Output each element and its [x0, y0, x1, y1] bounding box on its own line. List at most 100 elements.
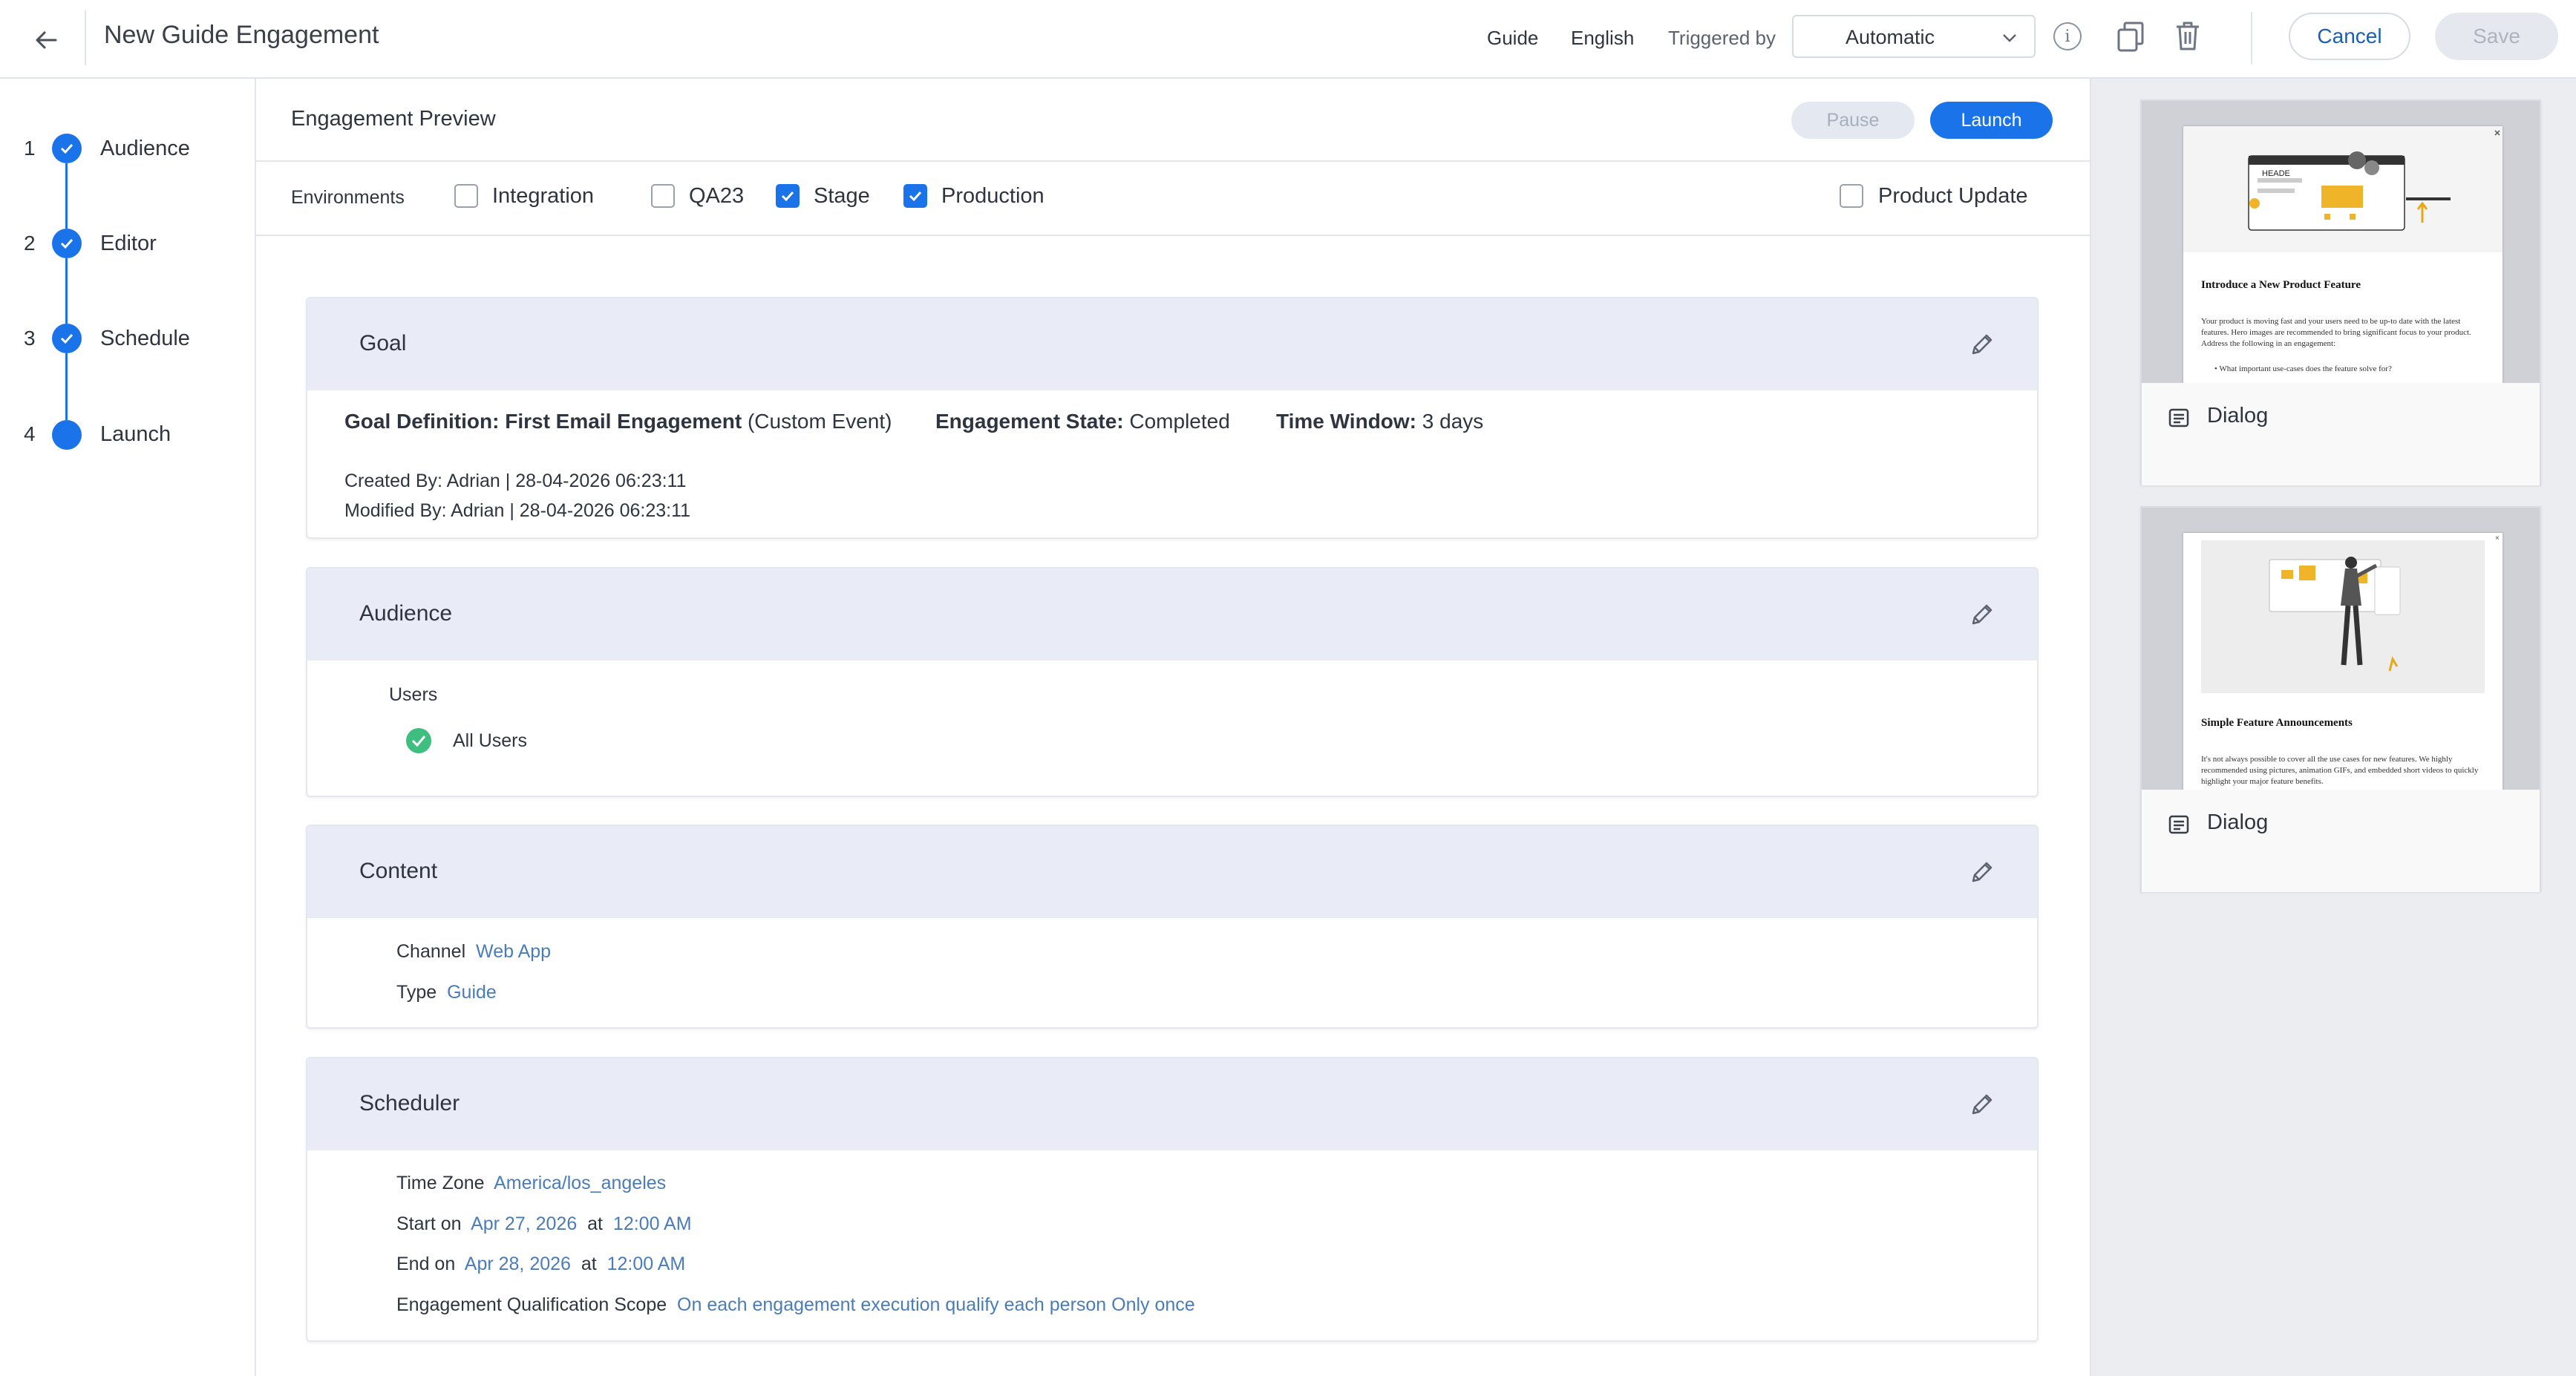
end-at: at [581, 1254, 597, 1274]
template-caption-area: Dialog [2142, 383, 2540, 485]
template-caption-area: Dialog [2142, 790, 2540, 892]
template-preview-image: × Simple Feature Announcements It's not … [2142, 508, 2540, 790]
dialog-icon [2168, 815, 2189, 834]
pause-button[interactable]: Pause [1791, 102, 1915, 139]
pencil-icon[interactable] [1967, 600, 1997, 629]
preview-header: Engagement Preview Pause Launch [256, 79, 2090, 162]
card-header: Scheduler [307, 1058, 2037, 1150]
end-label: End on [396, 1254, 456, 1274]
qa23-label[interactable]: QA23 [689, 184, 744, 209]
timezone-value: America/los_angeles [494, 1173, 667, 1193]
type-label: Type [396, 982, 437, 1003]
cancel-button[interactable]: Cancel [2289, 13, 2410, 60]
engagement-state: Engagement State: Completed [935, 410, 1230, 433]
card-title: Audience [359, 601, 453, 626]
page-title: New Guide Engagement [104, 21, 379, 49]
pencil-icon[interactable] [1967, 1090, 1997, 1119]
timezone-label: Time Zone [396, 1173, 485, 1193]
trash-icon [2177, 22, 2199, 50]
type-value: Guide [447, 982, 497, 1003]
start-date: Apr 27, 2026 [471, 1213, 578, 1234]
card-title: Goal [359, 331, 407, 356]
created-by: Created By: Adrian | 28-04-2026 06:23:11 [344, 471, 687, 491]
start-at: at [587, 1213, 604, 1234]
language-selector[interactable]: English [1571, 27, 1634, 50]
template-caption: Dialog [2207, 810, 2269, 834]
feature-illustration [2183, 533, 2503, 696]
step-label: Audience [100, 137, 190, 160]
save-button[interactable]: Save [2435, 13, 2558, 60]
goal-definition: Goal Definition: First Email Engagement … [344, 410, 892, 433]
template-preview-image: HEADE Introduce a New Product Feature Yo… [2142, 101, 2540, 383]
step-connector [65, 353, 68, 420]
illustration-header-word: HEADE [2262, 169, 2290, 178]
step-connector [65, 163, 68, 229]
goal-definition-label: Goal Definition: [344, 410, 500, 433]
environments-label: Environments [291, 187, 405, 208]
template-card[interactable]: HEADE Introduce a New Product Feature Yo… [2140, 99, 2541, 485]
integration-checkbox[interactable] [454, 184, 478, 208]
channel-row: Channel Web App [396, 941, 551, 963]
trigger-select-value: Automatic [1846, 26, 1935, 48]
check-icon [52, 229, 82, 258]
users-label: Users [389, 684, 438, 705]
time-window-label: Time Window: [1276, 410, 1416, 433]
step-label: Schedule [100, 327, 190, 350]
template-document: × Simple Feature Announcements It's not … [2183, 533, 2503, 790]
channel-label: Channel [396, 941, 466, 962]
production-checkbox[interactable] [903, 184, 927, 208]
trigger-select[interactable]: Automatic [1792, 15, 2036, 58]
wizard-stepper: 1 Audience 2 Editor 3 Schedule 4 Launch [0, 79, 256, 1376]
step-number: 4 [24, 422, 36, 445]
template-doc-body: It's not always possible to cover all th… [2201, 755, 2479, 786]
audience-card: Audience Users All Users [306, 567, 2039, 797]
production-label[interactable]: Production [941, 184, 1045, 209]
current-step-dot [52, 420, 82, 450]
goal-definition-suffix: (Custom Event) [747, 410, 892, 433]
step-label: Editor [100, 232, 157, 255]
check-icon [781, 191, 794, 202]
info-icon[interactable]: i [2053, 22, 2082, 50]
check-circle-icon [406, 728, 431, 753]
back-button[interactable] [25, 19, 67, 61]
product-update-checkbox[interactable] [1840, 184, 1863, 208]
engagement-type-label: Guide [1487, 27, 1539, 49]
qa23-checkbox[interactable] [651, 184, 675, 208]
chevron-down-icon [2003, 34, 2016, 42]
step-connector [65, 258, 68, 324]
launch-button[interactable]: Launch [1930, 102, 2053, 139]
template-card[interactable]: × Simple Feature Announcements It's not … [2140, 506, 2541, 892]
card-title: Content [359, 859, 438, 883]
duplicate-button[interactable] [2116, 21, 2145, 53]
header-divider [2251, 12, 2252, 64]
check-icon [52, 134, 82, 163]
product-update-label[interactable]: Product Update [1878, 184, 2028, 209]
template-doc-title: Simple Feature Announcements [2201, 717, 2353, 729]
dialog-icon [2168, 408, 2189, 427]
integration-label[interactable]: Integration [492, 184, 594, 209]
engagement-state-label: Engagement State: [935, 410, 1124, 433]
template-doc-bullet: • What important use-cases does the feat… [2214, 364, 2392, 373]
header-divider [85, 10, 86, 65]
delete-button[interactable] [2174, 19, 2201, 53]
content-card: Content Channel Web App Type Guide [306, 825, 2039, 1029]
check-icon [909, 191, 922, 202]
timezone-row: Time Zone America/los_angeles [396, 1173, 666, 1194]
pencil-icon[interactable] [1967, 857, 1997, 887]
start-row: Start on Apr 27, 2026 at 12:00 AM [396, 1213, 692, 1235]
card-header: Audience [307, 569, 2037, 661]
template-doc-bullet-text: What important use-cases does the featur… [2219, 364, 2392, 373]
check-icon [52, 324, 82, 353]
audience-segment: All Users [453, 730, 528, 751]
start-label: Start on [396, 1213, 462, 1234]
stage-checkbox[interactable] [776, 184, 800, 208]
scope-row: Engagement Qualification Scope On each e… [396, 1294, 1195, 1316]
stage-label[interactable]: Stage [814, 184, 870, 209]
pencil-icon[interactable] [1967, 330, 1997, 359]
engagement-state-value: Completed [1129, 410, 1230, 433]
template-document: HEADE Introduce a New Product Feature Yo… [2183, 126, 2503, 383]
copy-icon [2117, 22, 2144, 52]
environments-row: Environments Integration QA23 Stage Prod… [256, 162, 2090, 236]
end-row: End on Apr 28, 2026 at 12:00 AM [396, 1254, 685, 1275]
modified-by: Modified By: Adrian | 28-04-2026 06:23:1… [344, 500, 691, 521]
